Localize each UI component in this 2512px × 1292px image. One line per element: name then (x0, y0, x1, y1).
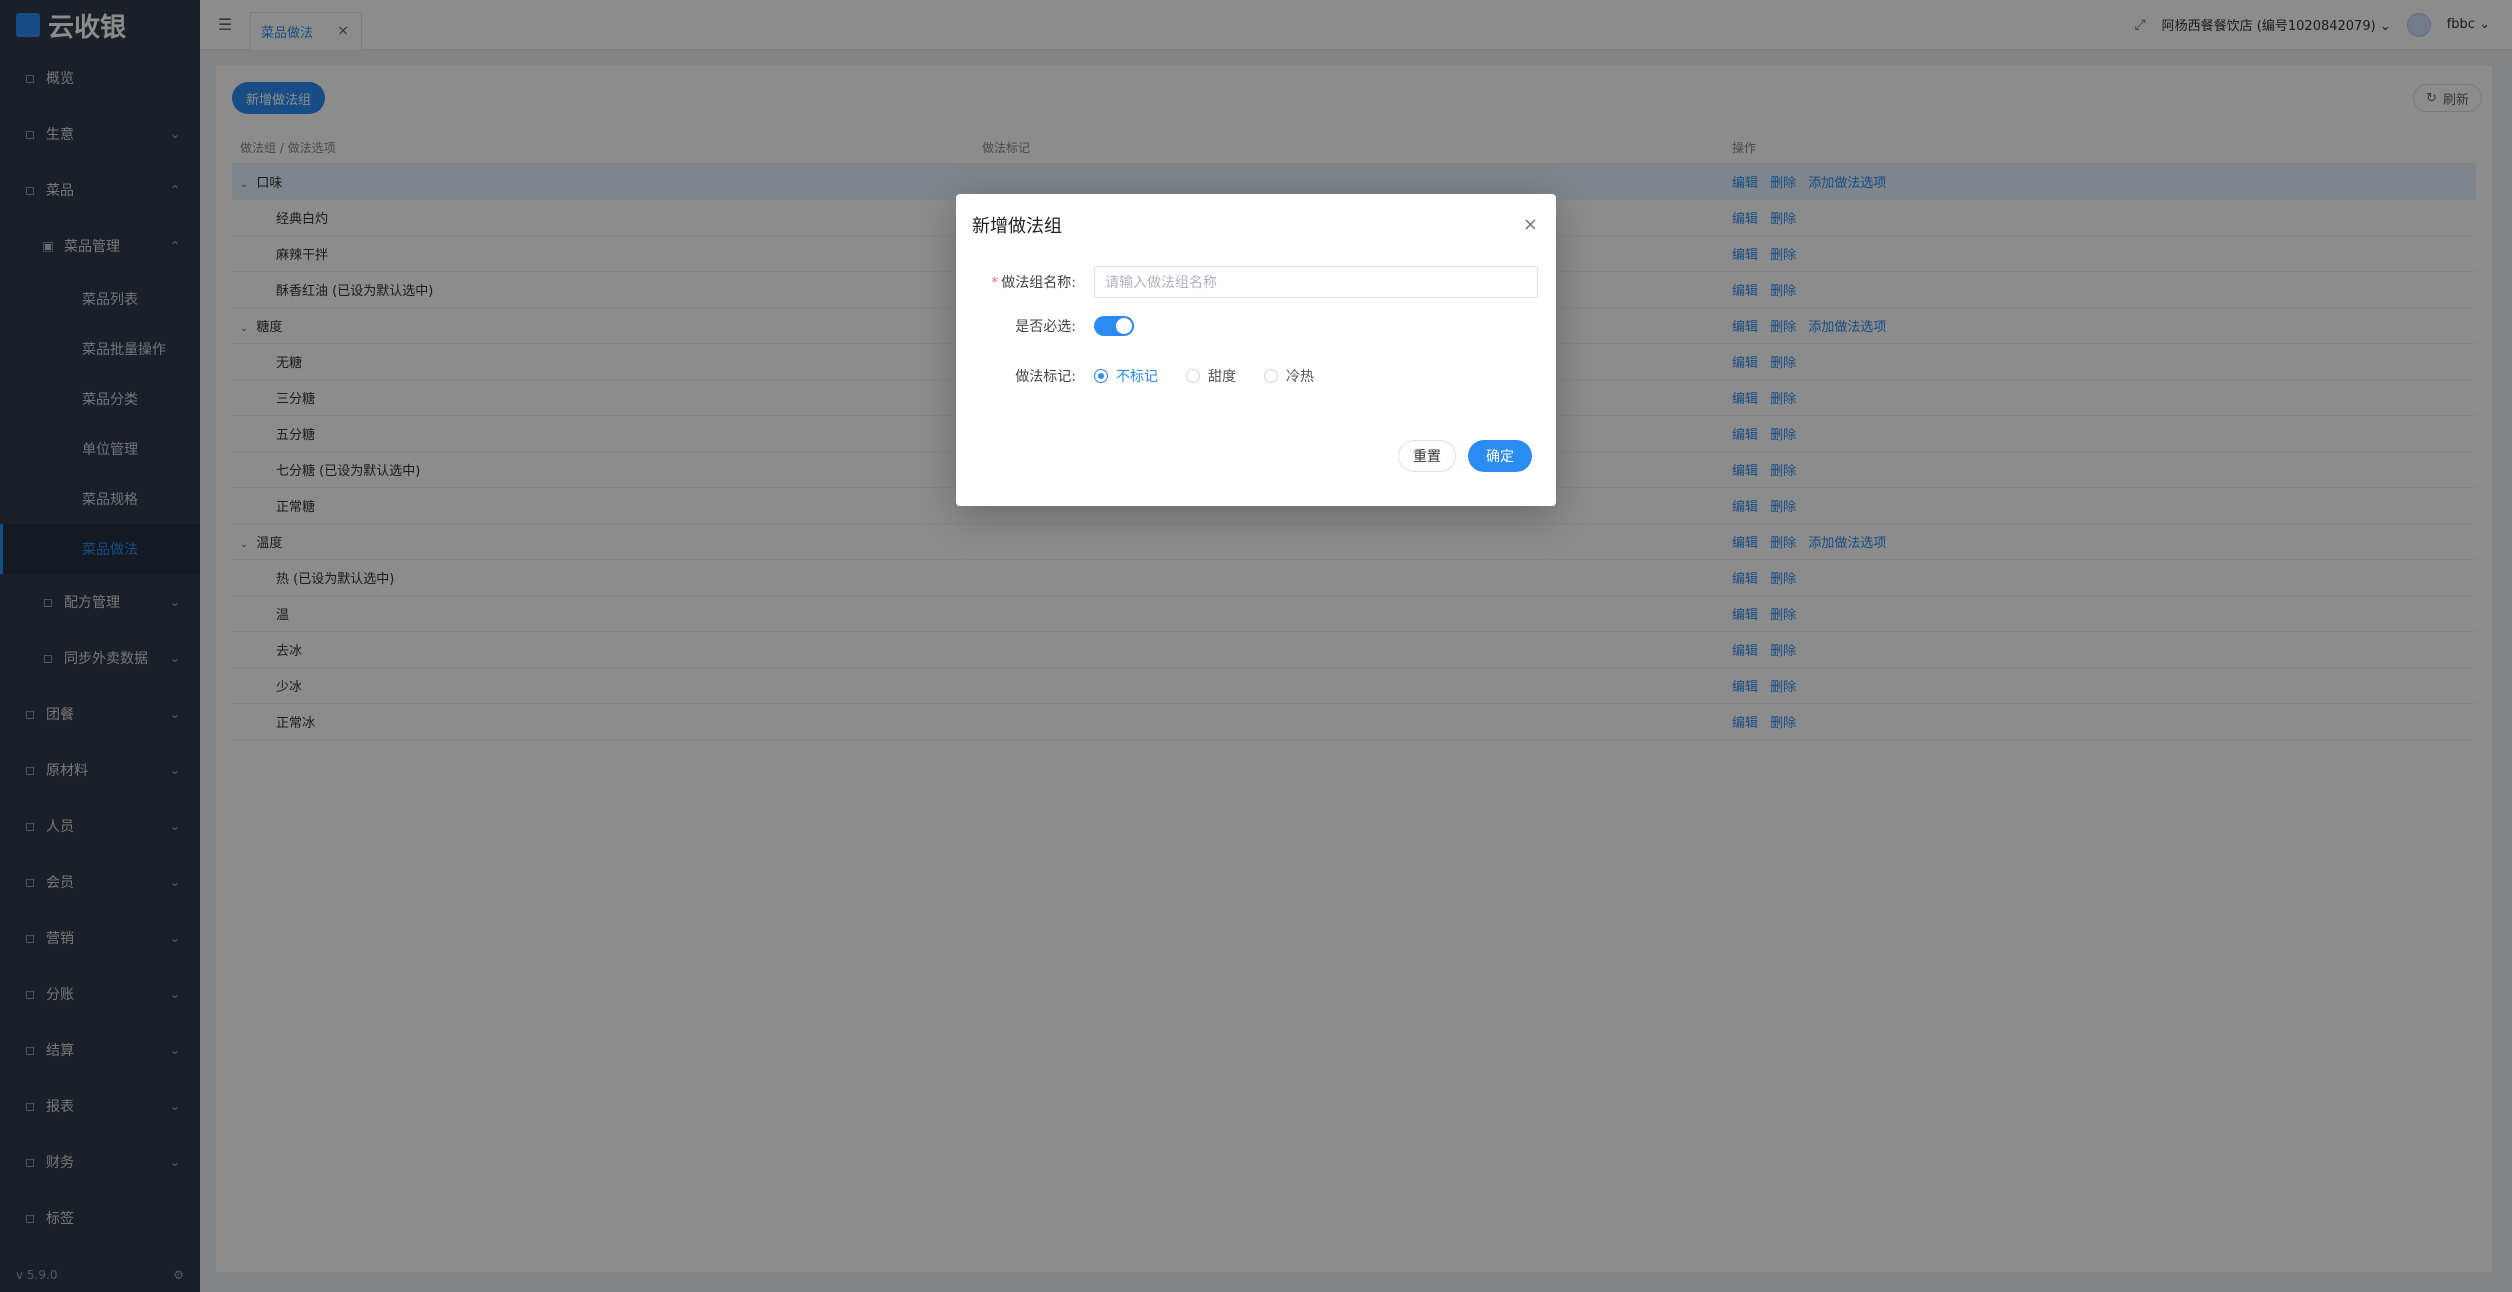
radio-label: 甜度 (1208, 369, 1236, 385)
reset-button[interactable]: 重置 (1398, 440, 1456, 472)
radio-dot (1094, 369, 1108, 383)
radio-label: 不标记 (1116, 369, 1158, 385)
radio-dot (1264, 369, 1278, 383)
form-row-group-name: * 做法组名称: 请输入做法组名称 (956, 266, 1556, 298)
mark-radio-group: 不标记 甜度 冷热 (1094, 366, 1314, 386)
group-name-label: * 做法组名称: (991, 275, 1076, 291)
group-name-input[interactable]: 请输入做法组名称 (1094, 266, 1538, 298)
required-label: 是否必选: (1015, 319, 1076, 335)
mark-radio[interactable]: 不标记 (1094, 366, 1158, 386)
dialog-footer: 重置 确定 (1398, 440, 1532, 472)
toggle-knob (1116, 318, 1132, 334)
confirm-button[interactable]: 确定 (1468, 440, 1532, 472)
group-name-placeholder: 请输入做法组名称 (1105, 275, 1217, 291)
mark-radio[interactable]: 冷热 (1264, 366, 1314, 386)
mark-label: 做法标记: (1015, 369, 1076, 385)
radio-dot (1186, 369, 1200, 383)
required-mark: * (991, 275, 999, 291)
dialog-title: 新增做法组 (972, 216, 1062, 237)
form-row-mark: 做法标记: 不标记 甜度 冷热 (956, 366, 1556, 386)
required-toggle[interactable] (1094, 316, 1134, 336)
form-row-required: 是否必选: (956, 316, 1556, 336)
add-group-dialog: 新增做法组 × * 做法组名称: 请输入做法组名称 是否必选: 做法标记: 不标记… (956, 194, 1556, 506)
close-icon[interactable]: × (1523, 214, 1538, 235)
mark-radio[interactable]: 甜度 (1186, 366, 1236, 386)
radio-label: 冷热 (1286, 369, 1314, 385)
